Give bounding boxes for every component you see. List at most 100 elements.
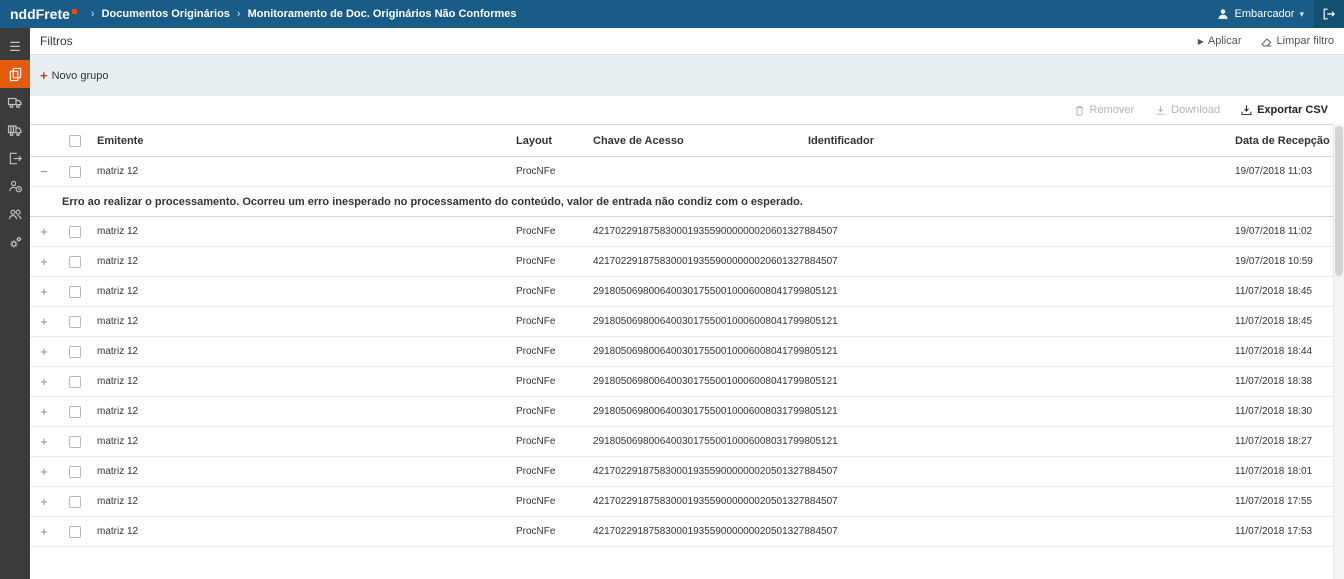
export-csv-button[interactable]: Exportar CSV: [1240, 104, 1328, 117]
users-icon: [8, 207, 23, 222]
expand-toggle[interactable]: +: [30, 374, 58, 389]
sidebar-item-monitoring[interactable]: [0, 60, 30, 88]
sidebar-item-export[interactable]: [0, 144, 30, 172]
expand-toggle[interactable]: −: [30, 164, 58, 179]
row-checkbox-cell: [58, 376, 92, 388]
chevron-down-icon: ▾: [1299, 9, 1304, 20]
table-body: − matriz 12 ProcNFe 19/07/2018 11:03 Err…: [30, 157, 1344, 579]
cell-chave-de-acesso: 2918050698006400301755001000600804179980…: [588, 316, 803, 327]
cell-chave-de-acesso: 2918050698006400301755001000600804179980…: [588, 346, 803, 357]
table-row: + matriz 12 ProcNFe 42170229187583000193…: [30, 457, 1344, 487]
cell-data-de-recepcao: 11/07/2018 18:44: [1230, 346, 1344, 357]
table-row: − matriz 12 ProcNFe 19/07/2018 11:03: [30, 157, 1344, 187]
new-group-button[interactable]: + Novo grupo: [40, 69, 108, 82]
expand-toggle[interactable]: +: [30, 284, 58, 299]
cell-layout: ProcNFe: [511, 316, 588, 327]
expand-toggle[interactable]: +: [30, 344, 58, 359]
row-checkbox[interactable]: [69, 256, 81, 268]
table-row: + matriz 12 ProcNFe 29180506980064003017…: [30, 337, 1344, 367]
user-menu-label: Embarcador: [1235, 8, 1295, 20]
row-checkbox[interactable]: [69, 406, 81, 418]
column-header-layout[interactable]: Layout: [511, 135, 588, 147]
logout-button[interactable]: [1314, 0, 1344, 28]
cell-layout: ProcNFe: [511, 436, 588, 447]
cell-chave-de-acesso: 2918050698006400301755001000600804179980…: [588, 286, 803, 297]
row-checkbox[interactable]: [69, 526, 81, 538]
row-checkbox[interactable]: [69, 496, 81, 508]
row-checkbox[interactable]: [69, 346, 81, 358]
apply-filter-button[interactable]: ▶ Aplicar: [1198, 35, 1242, 47]
new-group-label: Novo grupo: [52, 70, 109, 82]
row-checkbox[interactable]: [69, 286, 81, 298]
brand-text: nddFrete: [10, 6, 70, 22]
expand-toggle[interactable]: +: [30, 314, 58, 329]
column-header-data-de-recepcao[interactable]: Data de Recepção↓: [1230, 135, 1344, 147]
row-checkbox-cell: [58, 526, 92, 538]
table-row: + matriz 12 ProcNFe 29180506980064003017…: [30, 277, 1344, 307]
expand-toggle[interactable]: +: [30, 434, 58, 449]
sidebar-item-transport[interactable]: [0, 88, 30, 116]
remove-button[interactable]: Remover: [1073, 104, 1135, 117]
play-icon: ▶: [1198, 37, 1204, 46]
sidebar-item-menu[interactable]: ☰: [0, 32, 30, 60]
vertical-scrollbar[interactable]: [1333, 124, 1344, 579]
expand-toggle[interactable]: +: [30, 254, 58, 269]
table-row: + matriz 12 ProcNFe 29180506980064003017…: [30, 307, 1344, 337]
cell-data-de-recepcao: 11/07/2018 18:45: [1230, 316, 1344, 327]
user-menu[interactable]: Embarcador ▾: [1206, 7, 1314, 21]
download-icon: [1154, 104, 1167, 117]
expand-toggle[interactable]: +: [30, 464, 58, 479]
clear-filter-button[interactable]: Limpar filtro: [1260, 35, 1334, 48]
cell-data-de-recepcao: 19/07/2018 10:59: [1230, 256, 1344, 267]
sidebar-item-fleet[interactable]: [0, 116, 30, 144]
row-checkbox[interactable]: [69, 436, 81, 448]
plus-icon: +: [40, 69, 48, 82]
row-checkbox-cell: [58, 226, 92, 238]
scrollbar-thumb[interactable]: [1335, 126, 1343, 276]
logout-icon: [1322, 7, 1336, 21]
chevron-right-icon: ›: [91, 8, 95, 20]
expand-toggle[interactable]: +: [30, 524, 58, 539]
topbar-right: Embarcador ▾: [1206, 0, 1344, 28]
cell-emitente: matriz 12: [92, 316, 511, 327]
expand-toggle[interactable]: +: [30, 494, 58, 509]
cell-emitente: matriz 12: [92, 256, 511, 267]
row-checkbox[interactable]: [69, 166, 81, 178]
cell-chave-de-acesso: 2918050698006400301755001000600803179980…: [588, 406, 803, 417]
cell-data-de-recepcao: 11/07/2018 17:53: [1230, 526, 1344, 537]
user-icon: [1216, 7, 1230, 21]
documents-monitor-icon: [8, 67, 23, 82]
cell-emitente: matriz 12: [92, 346, 511, 357]
cell-layout: ProcNFe: [511, 346, 588, 357]
row-checkbox-cell: [58, 406, 92, 418]
cell-emitente: matriz 12: [92, 166, 511, 177]
select-all-checkbox[interactable]: [69, 135, 81, 147]
breadcrumb-item-documentos[interactable]: Documentos Originários: [102, 8, 230, 20]
apply-filter-label: Aplicar: [1208, 35, 1242, 47]
row-checkbox[interactable]: [69, 316, 81, 328]
cell-data-de-recepcao: 11/07/2018 18:38: [1230, 376, 1344, 387]
main-content: Filtros ▶ Aplicar Limpar filtro + Novo g…: [30, 28, 1344, 579]
expand-toggle[interactable]: +: [30, 404, 58, 419]
cell-layout: ProcNFe: [511, 226, 588, 237]
row-checkbox[interactable]: [69, 376, 81, 388]
eraser-icon: [1260, 35, 1273, 48]
cell-layout: ProcNFe: [511, 526, 588, 537]
cell-layout: ProcNFe: [511, 496, 588, 507]
app-logo[interactable]: nddFrete: [0, 6, 85, 22]
cell-layout: ProcNFe: [511, 466, 588, 477]
row-checkbox[interactable]: [69, 466, 81, 478]
row-checkbox-cell: [58, 496, 92, 508]
download-button[interactable]: Download: [1154, 104, 1220, 117]
download-label: Download: [1171, 104, 1220, 116]
column-header-identificador[interactable]: Identificador: [803, 135, 1230, 147]
column-header-emitente[interactable]: Emitente: [92, 135, 511, 147]
row-checkbox[interactable]: [69, 226, 81, 238]
column-header-chave-de-acesso[interactable]: Chave de Acesso: [588, 135, 803, 147]
sidebar-item-users[interactable]: [0, 200, 30, 228]
sidebar-item-user-history[interactable]: [0, 172, 30, 200]
expand-toggle[interactable]: +: [30, 224, 58, 239]
row-checkbox-cell: [58, 316, 92, 328]
sidebar-item-settings[interactable]: [0, 228, 30, 256]
row-checkbox-cell: [58, 466, 92, 478]
